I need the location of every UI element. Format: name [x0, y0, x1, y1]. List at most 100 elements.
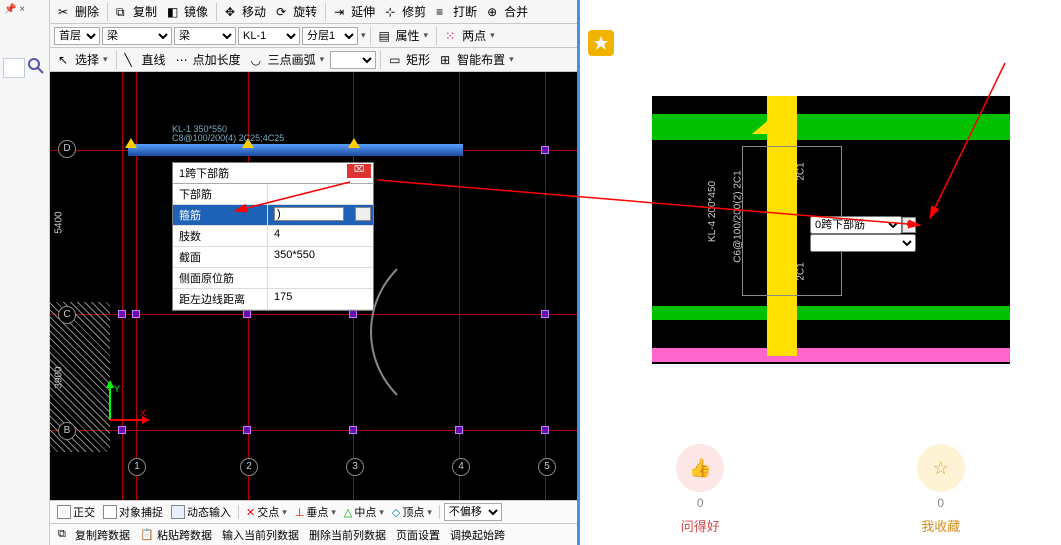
type-combo[interactable]: 梁	[174, 27, 236, 45]
property-value[interactable]: 175	[268, 289, 373, 309]
property-value[interactable]	[268, 268, 373, 288]
perp-toggle[interactable]: ⊥垂点▾	[292, 504, 339, 520]
property-row[interactable]: 截面350*550	[173, 247, 373, 268]
twopoint-button[interactable]: ⁙两点▾	[441, 26, 499, 45]
property-key: 下部筋	[173, 184, 268, 204]
property-value[interactable]	[268, 184, 373, 204]
move-button[interactable]: ✥移动	[221, 2, 270, 21]
member-combo[interactable]: KL-1	[238, 27, 300, 45]
ref-stirrup-label: C6@100/200(2) 2C1	[733, 170, 744, 262]
copy-button[interactable]: ⧉复制	[112, 2, 161, 21]
delete-button[interactable]: ✂删除	[54, 2, 103, 21]
select-button[interactable]: ↖选择▾	[54, 50, 112, 69]
major-combo[interactable]: 梁	[102, 27, 172, 45]
copy-icon: ⧉	[116, 5, 130, 19]
copy-icon: ⧉	[58, 528, 72, 542]
rect-button[interactable]: ▭矩形	[385, 50, 434, 69]
svg-text:Y: Y	[114, 384, 120, 394]
ellipsis-button[interactable]: …	[355, 207, 371, 221]
like-button[interactable]: 👍 0 问得好	[676, 444, 724, 535]
ref-dim: 2C1	[796, 162, 807, 180]
bookmark-icon[interactable]	[588, 30, 614, 56]
axis-bubble-c: C	[58, 306, 76, 324]
dim-3900: 3900	[54, 366, 65, 388]
break-icon: ≡	[436, 5, 450, 19]
ref-combo-2[interactable]	[810, 234, 916, 252]
grid-icon: ⊞	[440, 53, 454, 67]
cross-toggle[interactable]: ✕交点▾	[243, 504, 290, 520]
toolbar-draw: ↖选择▾ ╲直线 ⋯点加长度 ◡三点画弧▾ ▭矩形 ⊞智能布置▾	[50, 48, 577, 72]
trim-icon: ⊹	[385, 5, 399, 19]
property-row[interactable]: 距左边线距离175	[173, 289, 373, 310]
twopoint-icon: ⁙	[445, 29, 459, 43]
property-key: 侧面原位筋	[173, 268, 268, 288]
copy-span-button[interactable]: ⧉复制跨数据	[54, 526, 134, 544]
toolbar-edit: ✂删除 ⧉复制 ◧镜像 ✥移动 ⟳旋转 ⇥延伸 ⊹修剪 ≡打断 ⊕合并	[50, 0, 577, 24]
svg-text:X: X	[140, 408, 146, 418]
apex-toggle[interactable]: ◇顶点▾	[389, 504, 435, 520]
drawing-canvas[interactable]: KL-1 350*550 C8@100/200(4) 2C25;4C25 540…	[50, 72, 577, 500]
arc-icon: ◡	[251, 53, 265, 67]
property-value[interactable]: 4	[268, 226, 373, 246]
property-row[interactable]: 肢数4	[173, 226, 373, 247]
property-key: 肢数	[173, 226, 268, 246]
line-button[interactable]: ╲直线	[121, 50, 170, 69]
adjust-start-button[interactable]: 调换起始跨	[446, 526, 509, 544]
mid-toggle[interactable]: △中点▾	[341, 504, 387, 520]
left-gutter: 📌 ×	[0, 0, 50, 545]
delete-col-button[interactable]: 删除当前列数据	[305, 526, 390, 544]
close-icon[interactable]: ⌧	[347, 164, 371, 178]
move-icon: ✥	[225, 5, 239, 19]
ref-close-icon[interactable]: ×	[902, 217, 916, 233]
trim-button[interactable]: ⊹修剪	[381, 2, 430, 21]
axis-bubble-4: 4	[452, 458, 470, 476]
point-icon: ⋯	[176, 53, 190, 67]
ref-combo[interactable]: 0跨下部筋	[810, 216, 902, 234]
property-panel[interactable]: 1跨下部筋 ⌧ 下部筋箍筋…肢数4截面350*550侧面原位筋距左边线距离175	[172, 162, 374, 311]
fav-count: 0	[937, 496, 944, 510]
ortho-toggle[interactable]: 正交	[54, 504, 98, 520]
arc-button[interactable]: ◡三点画弧▾	[247, 50, 329, 69]
beam-stirrup-label: C8@100/200(4) 2C25;4C25	[172, 133, 284, 143]
input-col-button[interactable]: 输入当前列数据	[218, 526, 303, 544]
chevron-down-icon[interactable]: ▾	[361, 30, 366, 41]
page-setup-button[interactable]: 页面设置	[392, 526, 444, 544]
arc-extra-combo[interactable]	[330, 51, 376, 69]
dyn-toggle[interactable]: 动态输入	[168, 504, 234, 520]
like-label: 问得好	[681, 516, 720, 535]
axis-bubble-1: 1	[128, 458, 146, 476]
rotate-button[interactable]: ⟳旋转	[272, 2, 321, 21]
smart-layout-button[interactable]: ⊞智能布置▾	[436, 50, 518, 69]
property-row[interactable]: 下部筋	[173, 184, 373, 205]
search-icon[interactable]	[28, 58, 44, 74]
property-value[interactable]: 350*550	[268, 247, 373, 267]
break-button[interactable]: ≡打断	[432, 2, 481, 21]
property-key: 箍筋	[173, 205, 268, 225]
statusbar-data: ⧉复制跨数据 📋粘贴跨数据 输入当前列数据 删除当前列数据 页面设置 调换起始跨	[50, 523, 577, 545]
offset-combo[interactable]: 不偏移	[444, 503, 502, 521]
scissors-icon: ✂	[58, 5, 72, 19]
rect-icon: ▭	[389, 53, 403, 67]
floor-combo[interactable]: 首层	[54, 27, 100, 45]
sublayer-combo[interactable]: 分层1	[302, 27, 358, 45]
properties-button[interactable]: ▤属性▾	[375, 26, 433, 45]
search-input[interactable]	[3, 58, 25, 78]
axis-bubble-5: 5	[538, 458, 556, 476]
extend-button[interactable]: ⇥延伸	[330, 2, 379, 21]
extend-icon: ⇥	[334, 5, 348, 19]
property-row[interactable]: 箍筋 …	[173, 205, 373, 226]
ucs-icon: Y X	[100, 380, 150, 430]
pin-icon[interactable]: 📌 ×	[4, 4, 25, 15]
property-row[interactable]: 侧面原位筋	[173, 268, 373, 289]
dim-5400: 5400	[54, 211, 65, 233]
point-extend-button[interactable]: ⋯点加长度	[172, 50, 245, 69]
axis-bubble-2: 2	[240, 458, 258, 476]
favorite-button[interactable]: ☆ 0 我收藏	[917, 444, 965, 535]
merge-button[interactable]: ⊕合并	[483, 2, 532, 21]
like-count: 0	[697, 496, 704, 510]
paste-span-button[interactable]: 📋粘贴跨数据	[136, 526, 216, 544]
mirror-button[interactable]: ◧镜像	[163, 2, 212, 21]
osnap-toggle[interactable]: 对象捕捉	[100, 504, 166, 520]
property-input[interactable]	[274, 207, 344, 221]
property-value[interactable]: …	[268, 205, 373, 225]
